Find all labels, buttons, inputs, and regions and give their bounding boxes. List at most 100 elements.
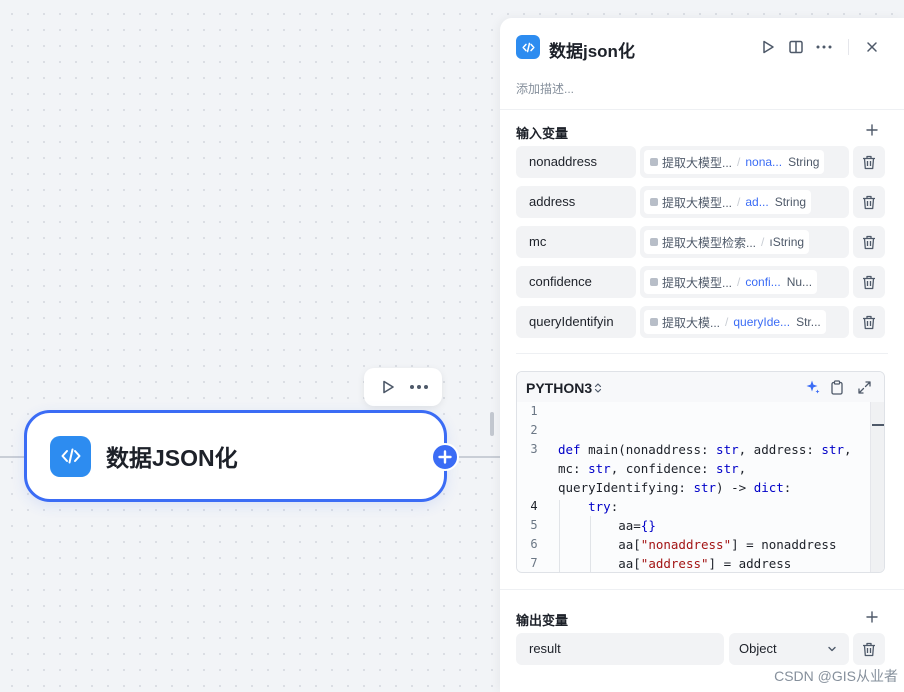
language-label: PYTHON3 bbox=[526, 380, 593, 396]
node-more-button[interactable] bbox=[407, 375, 431, 399]
trash-icon bbox=[863, 155, 875, 169]
code-line: aa["nonaddress"] = nonaddress bbox=[558, 537, 837, 552]
line-number: 5 bbox=[530, 518, 538, 532]
line-number: 7 bbox=[530, 556, 538, 570]
delete-variable-button[interactable] bbox=[853, 306, 885, 338]
code-text[interactable]: def main(nonaddress: str, address: str, … bbox=[558, 402, 858, 572]
trash-icon bbox=[863, 315, 875, 329]
code-area[interactable]: 1 2 3 4 5 6 7 def main(nonaddress: str, … bbox=[517, 402, 884, 572]
variable-name-input[interactable]: queryIdentifyin bbox=[516, 306, 636, 338]
delete-variable-button[interactable] bbox=[853, 146, 885, 178]
watermark: CSDN @GIS从业者 bbox=[774, 668, 898, 684]
close-button[interactable] bbox=[860, 35, 884, 59]
delete-variable-button[interactable] bbox=[853, 226, 885, 258]
play-icon bbox=[763, 40, 774, 54]
code-line: try: bbox=[588, 499, 619, 514]
code-line: def main(nonaddress: str, address: str, bbox=[558, 442, 852, 457]
delete-variable-button[interactable] bbox=[853, 186, 885, 218]
reference-chip: 提取大模型... / confi... Nu... bbox=[644, 270, 818, 294]
input-variable-row: mc 提取大模型检索... / ı String bbox=[516, 226, 886, 258]
more-icon bbox=[816, 45, 832, 49]
connection-edge-in bbox=[0, 456, 26, 458]
variable-name-input[interactable]: mc bbox=[516, 226, 636, 258]
reference-node-name: 提取大模型... bbox=[662, 195, 733, 210]
node-config-panel: 数据json化 添加描述... 输入变量 nonaddress 提取大模型...… bbox=[500, 18, 904, 692]
panel-title[interactable]: 数据json化 bbox=[549, 37, 635, 62]
plus-icon bbox=[866, 124, 878, 136]
expand-icon bbox=[857, 380, 871, 394]
output-name-input[interactable]: result bbox=[516, 633, 724, 665]
variable-reference-select[interactable]: 提取大模型... / confi... Nu... bbox=[640, 266, 849, 298]
split-view-button[interactable] bbox=[784, 35, 808, 59]
node-icon bbox=[650, 278, 658, 286]
variable-name-input[interactable]: nonaddress bbox=[516, 146, 636, 178]
reference-variable-name: ad... bbox=[745, 195, 769, 209]
code-scrollbar[interactable] bbox=[870, 402, 884, 572]
line-number: 2 bbox=[530, 423, 538, 437]
code-line: mc: str, confidence: str, bbox=[558, 461, 747, 476]
code-node[interactable]: 数据JSON化 bbox=[24, 410, 447, 502]
reference-type: String bbox=[788, 155, 820, 169]
line-number: 1 bbox=[530, 404, 538, 418]
reference-node-name: 提取大模型... bbox=[662, 275, 733, 290]
input-variable-row: address 提取大模型... / ad... String bbox=[516, 186, 886, 218]
code-editor[interactable]: PYTHON3 1 2 3 4 5 6 7 def main(nonaddres… bbox=[516, 371, 885, 573]
plus-icon bbox=[866, 611, 878, 623]
variable-name-input[interactable]: address bbox=[516, 186, 636, 218]
chevron-updown-icon bbox=[595, 383, 602, 393]
trash-icon bbox=[863, 195, 875, 209]
run-node-button[interactable] bbox=[376, 375, 400, 399]
description-placeholder[interactable]: 添加描述... bbox=[516, 80, 574, 97]
layout-columns-icon bbox=[789, 40, 803, 54]
variable-reference-select[interactable]: 提取大模型... / ad... String bbox=[640, 186, 849, 218]
line-number bbox=[517, 459, 551, 478]
node-icon bbox=[650, 238, 658, 246]
reference-node-name: 提取大模型... bbox=[662, 155, 733, 170]
clipboard-icon bbox=[831, 379, 843, 395]
add-input-variable-button[interactable] bbox=[862, 120, 882, 140]
variable-reference-select[interactable]: 提取大模型... / nona... String bbox=[640, 146, 849, 178]
delete-variable-button[interactable] bbox=[853, 266, 885, 298]
variable-reference-select[interactable]: 提取大模... / queryIde... Str... bbox=[640, 306, 849, 338]
reference-separator: / bbox=[737, 275, 741, 289]
expand-editor-button[interactable] bbox=[855, 378, 873, 396]
copy-code-button[interactable] bbox=[828, 378, 846, 396]
reference-separator: / bbox=[725, 315, 729, 329]
reference-variable-name: queryIde... bbox=[733, 315, 791, 329]
scroll-position-marker bbox=[872, 424, 884, 426]
more-button[interactable] bbox=[812, 35, 836, 59]
reference-node-name: 提取大模... bbox=[662, 315, 721, 330]
reference-type: Str... bbox=[796, 315, 821, 329]
variable-name-input[interactable]: confidence bbox=[516, 266, 636, 298]
output-variables-title: 输出变量 bbox=[516, 613, 569, 628]
reference-separator: / bbox=[737, 195, 741, 209]
node-icon bbox=[650, 198, 658, 206]
input-variable-row: queryIdentifyin 提取大模... / queryIde... St… bbox=[516, 306, 886, 338]
divider bbox=[500, 109, 904, 110]
reference-variable-name: confi... bbox=[745, 275, 781, 289]
header-separator bbox=[848, 39, 849, 55]
reference-node-name: 提取大模型检索... bbox=[662, 235, 757, 250]
reference-type: String bbox=[774, 195, 807, 209]
code-line: queryIdentifying: str) -> dict: bbox=[558, 480, 792, 495]
variable-reference-select[interactable]: 提取大模型检索... / ı String bbox=[640, 226, 849, 258]
output-type-select[interactable]: Object bbox=[729, 633, 849, 665]
panel-resize-handle[interactable] bbox=[490, 412, 494, 436]
reference-separator: / bbox=[737, 155, 741, 169]
line-number: 6 bbox=[530, 537, 538, 551]
node-icon bbox=[650, 158, 658, 166]
close-icon bbox=[867, 42, 877, 52]
reference-chip: 提取大模型检索... / ı String bbox=[644, 230, 810, 254]
more-icon bbox=[409, 385, 428, 389]
delete-output-button[interactable] bbox=[853, 633, 885, 665]
line-number: 3 bbox=[530, 442, 538, 456]
line-number-gutter: 1 2 3 4 5 6 7 bbox=[517, 402, 551, 572]
add-node-button[interactable] bbox=[431, 443, 459, 471]
reference-chip: 提取大模... / queryIde... Str... bbox=[644, 310, 826, 334]
node-toolbar bbox=[364, 368, 442, 406]
add-output-variable-button[interactable] bbox=[862, 607, 882, 627]
language-select[interactable]: PYTHON3 bbox=[526, 380, 602, 396]
run-button[interactable] bbox=[756, 35, 780, 59]
ai-generate-button[interactable] bbox=[804, 378, 822, 396]
line-number bbox=[517, 478, 551, 497]
